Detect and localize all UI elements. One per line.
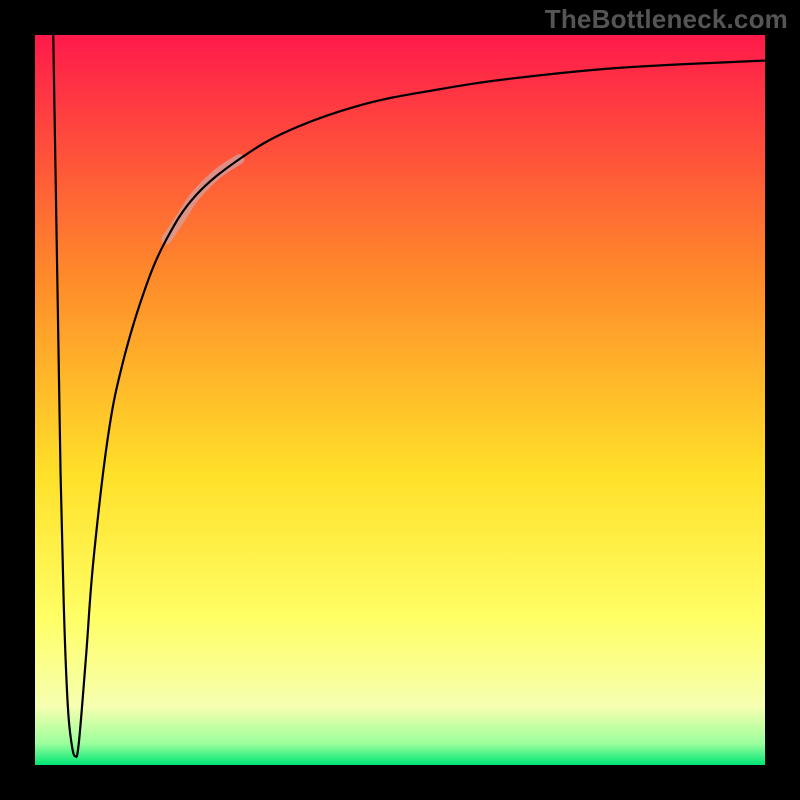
chart-svg <box>35 35 765 765</box>
watermark-text: TheBottleneck.com <box>545 4 788 35</box>
plot-area <box>35 35 765 765</box>
chart-frame: TheBottleneck.com <box>0 0 800 800</box>
gradient-background <box>35 35 765 765</box>
